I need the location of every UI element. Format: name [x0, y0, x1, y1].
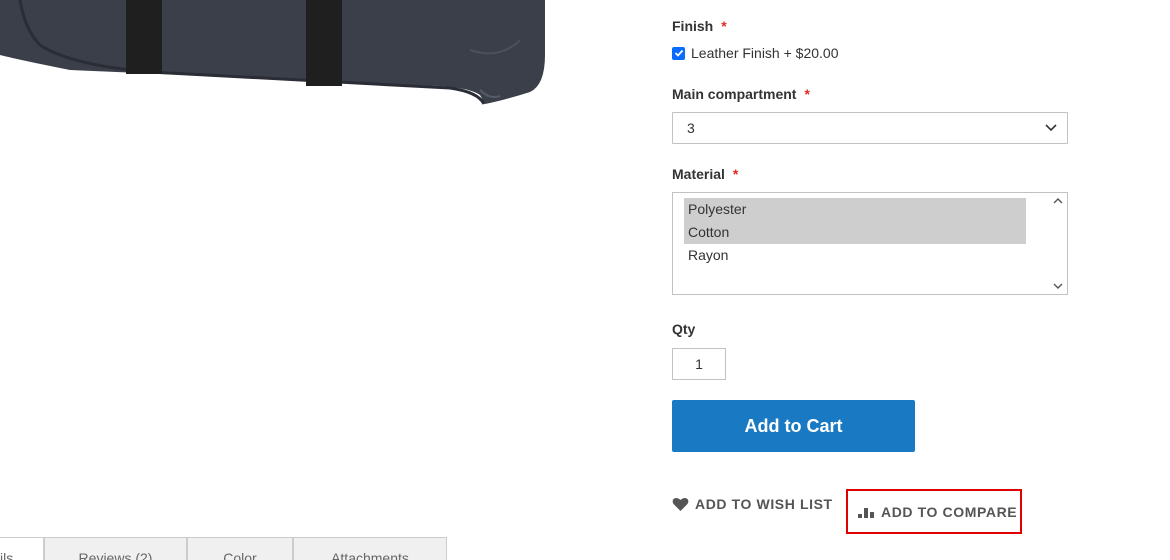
finish-label-text: Finish	[672, 18, 714, 34]
qty-label: Qty	[672, 321, 696, 337]
product-tabs: ils Reviews (2) Color Attachments	[0, 537, 447, 560]
main-compartment-label-text: Main compartment	[672, 86, 797, 102]
product-image	[0, 0, 560, 120]
finish-label: Finish *	[672, 18, 727, 34]
tab-reviews[interactable]: Reviews (2)	[44, 537, 187, 560]
leather-finish-checkbox[interactable]	[672, 46, 685, 60]
tab-attachments[interactable]: Attachments	[293, 537, 447, 560]
main-compartment-label: Main compartment *	[672, 86, 810, 102]
add-to-compare-link[interactable]: ADD TO COMPARE	[846, 489, 1022, 534]
leather-finish-option[interactable]: Leather Finish + $20.00	[672, 45, 839, 61]
scroll-down-icon[interactable]	[1053, 282, 1063, 290]
required-mark: *	[804, 86, 810, 102]
required-mark: *	[732, 166, 739, 182]
tab-color[interactable]: Color	[187, 537, 293, 560]
compare-chart-icon	[858, 507, 874, 518]
leather-finish-label: Leather Finish + $20.00	[691, 45, 839, 61]
main-compartment-select[interactable]: 3	[672, 112, 1068, 144]
material-option-cotton[interactable]: Cotton	[684, 221, 1026, 244]
material-multiselect[interactable]: Polyester Cotton Rayon	[672, 192, 1068, 295]
material-option-rayon[interactable]: Rayon	[684, 244, 1026, 267]
tab-details[interactable]: ils	[0, 537, 44, 560]
add-to-wish-list-link[interactable]: ADD TO WISH LIST	[672, 496, 833, 512]
add-to-cart-button[interactable]: Add to Cart	[672, 400, 915, 452]
material-option-polyester[interactable]: Polyester	[684, 198, 1026, 221]
chevron-down-icon	[1045, 124, 1057, 132]
required-mark: *	[721, 18, 727, 34]
wish-list-label: ADD TO WISH LIST	[695, 496, 833, 512]
material-label-text: Material	[672, 166, 725, 182]
qty-input[interactable]: 1	[672, 348, 726, 380]
scroll-up-icon[interactable]	[1053, 197, 1063, 205]
checkmark-icon	[674, 49, 683, 57]
main-compartment-value: 3	[687, 120, 695, 136]
compare-label: ADD TO COMPARE	[881, 503, 1018, 520]
material-label: Material *	[672, 166, 738, 182]
heart-icon	[672, 497, 689, 511]
